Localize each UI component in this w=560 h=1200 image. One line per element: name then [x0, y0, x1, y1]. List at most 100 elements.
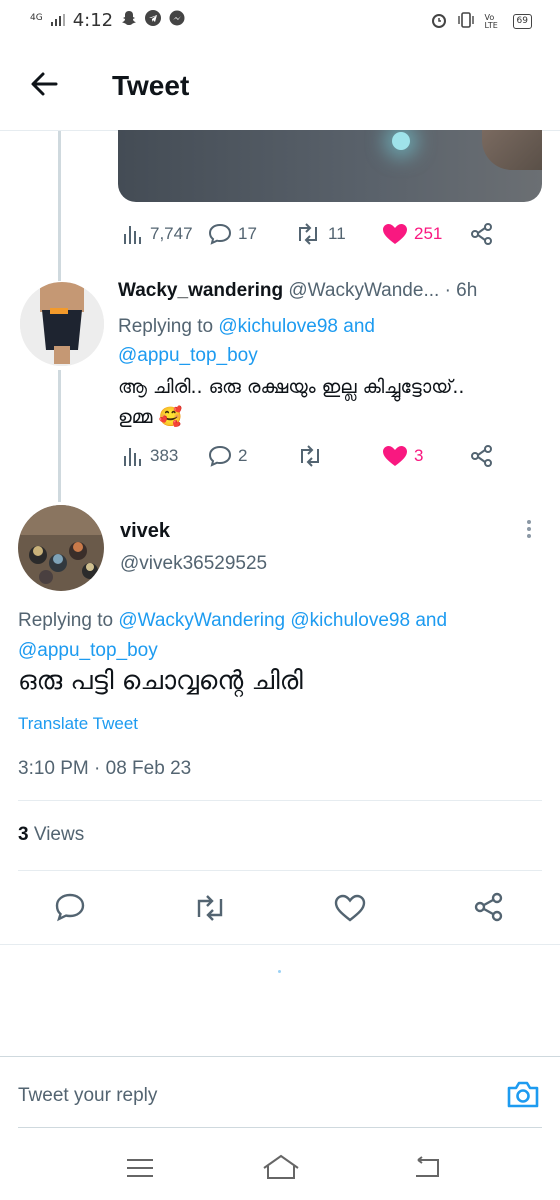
tweet-text: ആ ചിരി.. ഒരു രക്ഷയും ഇല്ല കിച്ചുട്ടോയ്..… — [118, 372, 548, 432]
translate-tweet-link[interactable]: Translate Tweet — [18, 714, 138, 734]
display-name[interactable]: Wacky_wandering — [118, 280, 283, 301]
like-button[interactable]: 3 — [382, 445, 423, 467]
media-detail — [482, 130, 542, 170]
home-icon — [263, 1154, 299, 1179]
reply-count: 2 — [238, 446, 248, 465]
comment-icon — [208, 223, 232, 245]
replying-and: and — [343, 316, 375, 337]
reply-composer: Tweet your reply — [0, 1056, 560, 1129]
like-count: 251 — [414, 224, 443, 243]
status-bar: 4G 4:12 Vo LTE 69 — [0, 0, 560, 44]
views-summary[interactable]: 3 Views — [18, 824, 84, 846]
avatar[interactable] — [20, 282, 104, 366]
replying-to: Replying to @kichulove98 and @appu_top_b… — [118, 312, 538, 370]
mention-link[interactable]: @WackyWandering — [118, 610, 285, 631]
views-label: Views — [33, 824, 85, 845]
camera-icon — [507, 1081, 539, 1108]
reply-button[interactable]: 17 — [208, 223, 257, 245]
retweet-button[interactable] — [296, 445, 330, 467]
telegram-icon — [145, 10, 162, 31]
volte-indicator: Vo LTE — [484, 12, 498, 30]
mention-link[interactable]: @appu_top_boy — [18, 640, 158, 661]
mention-link[interactable]: @kichulove98 — [290, 610, 410, 631]
arrow-left-icon — [31, 72, 58, 96]
share-button[interactable] — [470, 222, 494, 246]
mention-link[interactable]: @kichulove98 — [218, 316, 338, 337]
like-button[interactable] — [334, 894, 366, 926]
tweet-timestamp: 3:10 PM · 08 Feb 23 — [18, 758, 192, 779]
top-app-bar: Tweet — [0, 50, 560, 131]
share-icon — [471, 445, 492, 467]
replying-prefix: Replying to — [118, 316, 214, 337]
replying-and: and — [415, 610, 448, 631]
loading-indicator — [278, 970, 281, 973]
network-indicator: 4G — [30, 13, 43, 23]
heart-filled-icon — [383, 446, 407, 466]
tweet-text-line: ആ ചിരി.. ഒരു രക്ഷയും ഇല്ല കിച്ചുട്ടോയ്.. — [118, 376, 465, 398]
reply-input[interactable]: Tweet your reply — [18, 1085, 157, 1107]
views-count: 7,747 — [150, 224, 193, 243]
display-name[interactable]: vivek — [120, 520, 170, 543]
divider — [18, 870, 542, 871]
heart-icon — [334, 894, 366, 922]
views-count: 383 — [150, 446, 179, 465]
heart-filled-icon — [383, 224, 407, 244]
signal-icon — [50, 10, 65, 31]
bar-chart-icon — [124, 226, 141, 244]
share-button[interactable] — [474, 892, 504, 926]
camera-button[interactable] — [506, 1079, 540, 1113]
back-nav-button[interactable] — [412, 1156, 442, 1182]
kebab-dot — [527, 534, 531, 538]
menu-lines-icon — [127, 1159, 153, 1177]
media-light-spot — [392, 132, 410, 150]
snapchat-icon — [121, 10, 137, 31]
mention-link[interactable]: @appu_top_boy — [118, 345, 258, 366]
views-count: 3 — [18, 824, 29, 845]
vibrate-icon — [457, 12, 475, 31]
share-button[interactable] — [470, 444, 494, 468]
more-options-button[interactable] — [527, 281, 531, 284]
bar-chart-icon — [124, 448, 141, 466]
divider — [0, 944, 560, 945]
comment-icon — [55, 893, 85, 922]
reply-count: 17 — [238, 224, 257, 243]
share-icon — [471, 223, 492, 245]
thread-line — [58, 131, 61, 281]
retweet-button[interactable]: 11 — [294, 223, 346, 245]
avatar-image — [20, 282, 104, 366]
retweet-count: 11 — [328, 224, 346, 243]
like-button[interactable]: 251 — [382, 223, 442, 245]
like-count: 3 — [414, 446, 424, 465]
user-handle[interactable]: @vivek36529525 — [120, 553, 267, 575]
reply-button[interactable] — [54, 892, 86, 926]
user-handle[interactable]: @WackyWande... — [288, 280, 439, 301]
recent-apps-button[interactable] — [126, 1158, 154, 1182]
parent-tweet-actions: 7,747 17 11 251 — [0, 220, 560, 248]
views-button[interactable]: 7,747 — [122, 223, 193, 245]
more-options-button[interactable] — [527, 520, 531, 541]
back-button[interactable] — [28, 68, 60, 100]
divider — [18, 800, 542, 801]
tweet-text: ഒരു പട്ടി ചൊവ്വന്റെ ചിരി — [18, 666, 303, 696]
alarm-icon — [431, 12, 447, 31]
retweet-icon — [197, 895, 223, 921]
share-icon — [474, 892, 503, 922]
back-nav-icon — [416, 1156, 439, 1177]
retweet-icon — [301, 445, 319, 467]
views-button[interactable]: 383 — [122, 445, 178, 467]
retweet-icon — [299, 223, 317, 245]
avatar[interactable] — [18, 505, 104, 591]
reply-tweet-actions: 383 2 3 — [0, 442, 560, 470]
kebab-dot — [527, 527, 531, 531]
replying-to: Replying to @WackyWandering @kichulove98… — [18, 606, 548, 666]
page-title: Tweet — [112, 70, 190, 101]
retweet-button[interactable] — [192, 894, 228, 926]
thread-line — [58, 370, 61, 502]
tweet-text-line: ഉമ്മ 🥰 — [118, 406, 183, 428]
tweet-media-image[interactable] — [118, 130, 542, 202]
comment-icon — [208, 445, 232, 467]
replying-prefix: Replying to — [18, 610, 114, 631]
home-button[interactable] — [262, 1154, 300, 1184]
reply-button[interactable]: 2 — [208, 445, 247, 467]
main-tweet-actions — [0, 890, 560, 926]
